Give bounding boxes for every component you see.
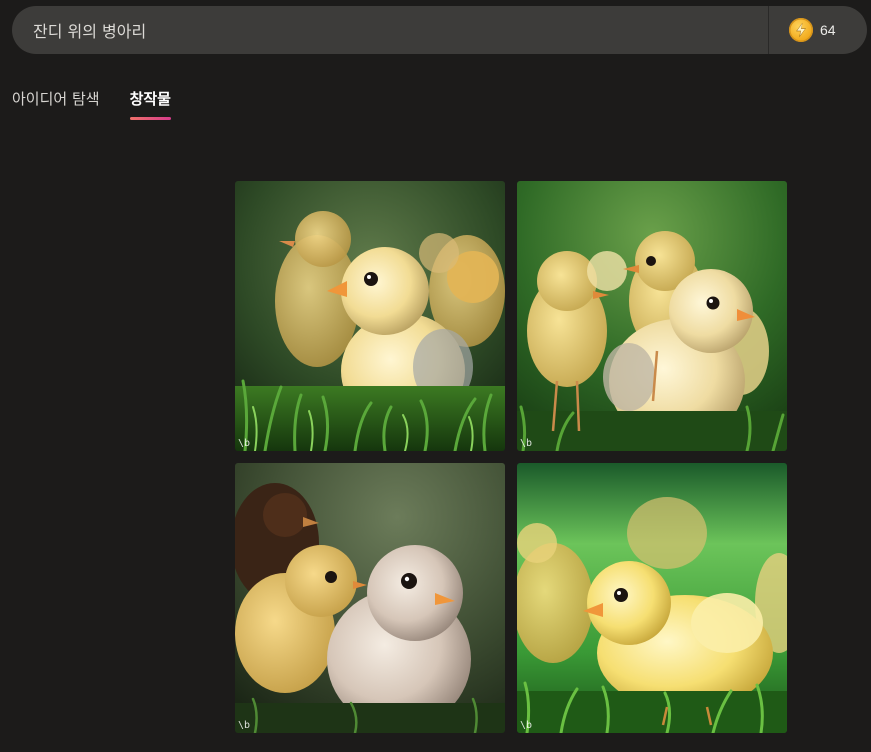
chicks-image bbox=[235, 463, 505, 733]
generated-image-3[interactable]: \b bbox=[235, 463, 505, 733]
tab-label: 창작물 bbox=[129, 90, 171, 108]
tab-bar: 아이디어 탐색 창작물 bbox=[12, 88, 171, 120]
watermark: \b bbox=[520, 720, 533, 731]
watermark: \b bbox=[238, 438, 251, 449]
chicks-image bbox=[235, 181, 505, 451]
tab-explore-ideas[interactable]: 아이디어 탐색 bbox=[12, 88, 100, 119]
image-creator-page: 64 아이디어 탐색 창작물 bbox=[0, 0, 871, 752]
chicks-image bbox=[517, 463, 787, 733]
lightning-coin-icon bbox=[789, 18, 813, 42]
watermark: \b bbox=[238, 720, 251, 731]
image-grid: \b \b \b \b bbox=[235, 181, 787, 733]
boost-count: 64 bbox=[820, 22, 836, 38]
chicks-image bbox=[517, 181, 787, 451]
tab-label: 아이디어 탐색 bbox=[12, 90, 100, 108]
generated-image-4[interactable]: \b bbox=[517, 463, 787, 733]
generated-image-1[interactable]: \b bbox=[235, 181, 505, 451]
prompt-input[interactable] bbox=[12, 6, 768, 54]
watermark: \b bbox=[520, 438, 533, 449]
tab-creations[interactable]: 창작물 bbox=[129, 88, 171, 120]
generated-image-2[interactable]: \b bbox=[517, 181, 787, 451]
active-tab-underline bbox=[129, 117, 171, 120]
prompt-bar: 64 bbox=[12, 6, 867, 54]
boost-counter[interactable]: 64 bbox=[769, 6, 867, 54]
